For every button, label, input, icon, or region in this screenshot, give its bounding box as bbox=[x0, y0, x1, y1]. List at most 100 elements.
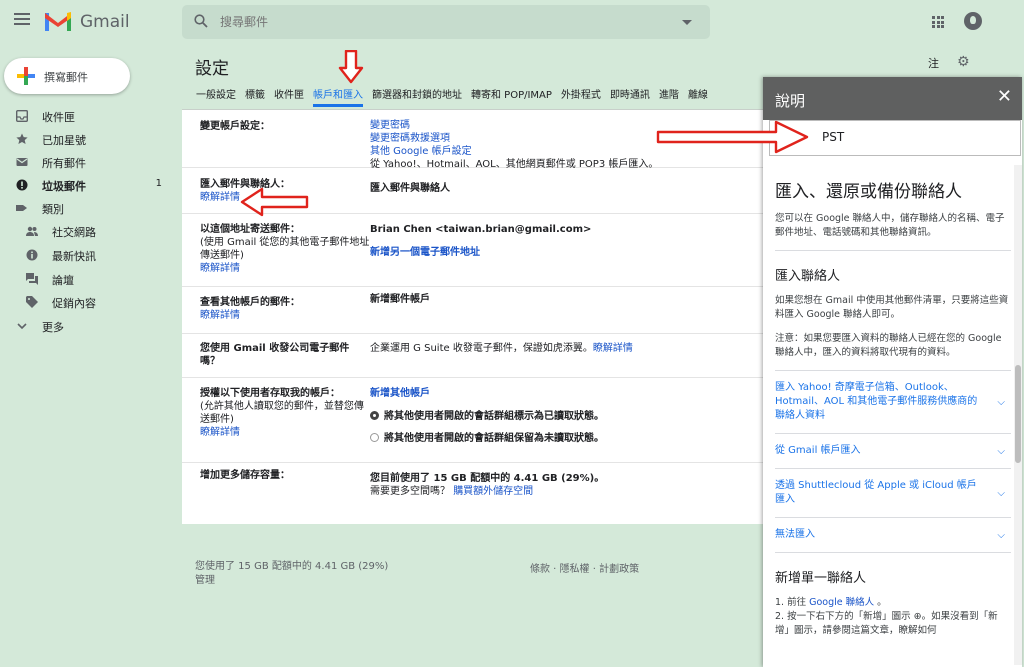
tab-inbox[interactable]: 收件匣 bbox=[274, 86, 304, 104]
sidebar-item-inbox[interactable]: 收件匣 bbox=[0, 105, 176, 127]
row-label: 授權以下使用者存取我的帳戶： bbox=[200, 388, 340, 399]
sidebar-item-categories[interactable]: 類別 bbox=[0, 197, 176, 219]
add-another-account-link[interactable]: 新增其他帳戶 bbox=[370, 387, 604, 400]
accordion-import-providers[interactable]: 匯入 Yahoo! 奇摩電子信箱、Outlook、Hotmail、AOL 和其他… bbox=[775, 371, 1011, 434]
accordion-label: 匯入 Yahoo! 奇摩電子信箱、Outlook、Hotmail、AOL 和其他… bbox=[775, 382, 978, 421]
tab-offline[interactable]: 離線 bbox=[688, 86, 708, 104]
mail-icon bbox=[16, 158, 28, 166]
mark-read-option[interactable]: 將其他使用者開啟的會話群組標示為已讀取狀態。 bbox=[370, 410, 604, 423]
gear-icon[interactable]: ⚙ bbox=[957, 54, 970, 70]
sidebar-item-more[interactable]: 更多 bbox=[0, 315, 176, 337]
footer-manage-link[interactable]: 管理 bbox=[195, 574, 388, 588]
search-input[interactable] bbox=[220, 14, 640, 30]
accordion-cannot-import[interactable]: 無法匯入 ⌵ bbox=[775, 518, 1011, 553]
send-as-address: Brian Chen <taiwan.brian@gmail.com> bbox=[370, 224, 592, 235]
learn-more-link[interactable]: 瞭解詳情 bbox=[200, 262, 370, 275]
footer-links[interactable]: 條款 · 隱私權 · 計劃政策 bbox=[530, 560, 639, 575]
input-tools-button[interactable]: 注 bbox=[928, 55, 939, 71]
sidebar-item-spam[interactable]: 垃圾郵件 1 bbox=[0, 174, 176, 196]
import-mail-contacts-link[interactable]: 匯入郵件與聯絡人 bbox=[370, 182, 450, 195]
learn-more-link[interactable]: 瞭解詳情 bbox=[200, 309, 300, 322]
tab-chat[interactable]: 即時通訊 bbox=[610, 86, 650, 104]
chevron-down-icon: ⌵ bbox=[997, 397, 1005, 408]
radio-unselected[interactable] bbox=[370, 433, 379, 442]
app-name[interactable]: Gmail bbox=[80, 12, 130, 32]
search-bar[interactable] bbox=[182, 5, 710, 39]
close-icon[interactable]: ✕ bbox=[997, 86, 1012, 107]
row-label: 增加更多儲存容量： bbox=[200, 470, 290, 481]
help-scrollbar[interactable] bbox=[1014, 165, 1022, 665]
help-title: 說明 bbox=[775, 92, 806, 110]
people-icon bbox=[26, 226, 38, 236]
accordion-import-icloud[interactable]: 透過 Shuttlecloud 從 Apple 或 iCloud 帳戶匯入 ⌵ bbox=[775, 469, 1011, 518]
gmail-logo-icon[interactable] bbox=[44, 9, 72, 33]
learn-more-link[interactable]: 瞭解詳情 bbox=[593, 343, 633, 354]
tab-advanced[interactable]: 進階 bbox=[659, 86, 679, 104]
annotation-arrow-right-icon bbox=[656, 120, 809, 154]
accordion-label: 從 Gmail 帳戶匯入 bbox=[775, 445, 861, 456]
annotation-arrow-left-icon bbox=[240, 187, 309, 217]
forum-icon bbox=[26, 273, 38, 285]
sidebar-item-all-mail[interactable]: 所有郵件 bbox=[0, 151, 176, 173]
spam-count: 1 bbox=[155, 178, 162, 189]
step-text: 。 bbox=[874, 597, 887, 608]
accordion-label: 透過 Shuttlecloud 從 Apple 或 iCloud 帳戶匯入 bbox=[775, 480, 977, 505]
sidebar-item-promotions[interactable]: 促銷內容 bbox=[0, 291, 176, 313]
footer-storage: 您使用了 15 GB 配額中的 4.41 GB (29%) 管理 bbox=[195, 560, 388, 588]
leave-unread-option[interactable]: 將其他使用者開啟的會話群組保留為未讀取狀態。 bbox=[370, 432, 604, 445]
tab-forwarding[interactable]: 轉寄和 POP/IMAP bbox=[471, 86, 552, 104]
article-paragraph: 如果您想在 Gmail 中使用其他郵件清單，只要將這些資料匯入 Google 聯… bbox=[775, 295, 1009, 320]
storage-usage: 您目前使用了 15 GB 配額中的 4.41 GB (29%)。 bbox=[370, 473, 605, 484]
row-label: 變更帳戶設定： bbox=[200, 121, 270, 132]
option-label: 將其他使用者開啟的會話群組標示為已讀取狀態。 bbox=[384, 411, 604, 422]
scrollbar-thumb[interactable] bbox=[1015, 365, 1021, 463]
tab-accounts-import[interactable]: 帳戶和匯入 bbox=[313, 86, 363, 107]
sidebar-item-label: 垃圾郵件 bbox=[42, 180, 86, 193]
help-search-input[interactable] bbox=[822, 130, 1002, 144]
apps-grid-icon[interactable] bbox=[932, 16, 944, 28]
footer-usage: 您使用了 15 GB 配額中的 4.41 GB (29%) bbox=[195, 561, 389, 572]
add-mail-account-link[interactable]: 新增郵件帳戶 bbox=[370, 293, 430, 306]
tab-addons[interactable]: 外掛程式 bbox=[561, 86, 601, 104]
settings-panel: 變更帳戶設定： 變更密碼 變更密碼救援選項 其他 Google 帳戶設定 從 Y… bbox=[182, 110, 764, 524]
sidebar-item-forums[interactable]: 論壇 bbox=[0, 268, 176, 290]
sidebar-item-starred[interactable]: 已加星號 bbox=[0, 128, 176, 150]
chevron-down-icon bbox=[17, 323, 27, 330]
radio-selected[interactable] bbox=[370, 411, 379, 420]
row-label: 您使用 Gmail 收發公司電子郵件嗎？ bbox=[200, 343, 350, 367]
sidebar-item-updates[interactable]: 最新快訊 bbox=[0, 244, 176, 266]
compose-button[interactable]: 撰寫郵件 bbox=[4, 58, 130, 94]
main-menu-icon[interactable] bbox=[14, 13, 30, 27]
sidebar-item-social[interactable]: 社交網路 bbox=[0, 220, 176, 242]
tab-labels[interactable]: 標籤 bbox=[245, 86, 265, 104]
settings-row-check-mail: 查看其他帳戶的郵件： 瞭解詳情 新增郵件帳戶 bbox=[182, 287, 764, 334]
help-article: 匯入、還原或備份聯絡人 您可以在 Google 聯絡人中，儲存聯絡人的名稱、電子… bbox=[775, 177, 1011, 638]
gsuite-text: 企業運用 G Suite 收發電子郵件，保證如虎添翼。 bbox=[370, 343, 593, 354]
step-1: 1. 前往 Google 聯絡人 。 bbox=[775, 596, 1011, 610]
page-title: 設定 bbox=[195, 59, 229, 79]
spam-icon bbox=[16, 179, 28, 191]
google-contacts-link[interactable]: Google 聯絡人 bbox=[809, 597, 874, 608]
account-avatar-icon[interactable] bbox=[964, 12, 982, 30]
sidebar-item-label: 類別 bbox=[42, 203, 64, 216]
info-icon bbox=[26, 249, 38, 261]
settings-row-send-as: 以這個地址寄送郵件： (使用 Gmail 從您的其他電子郵件地址傳送郵件) 瞭解… bbox=[182, 214, 764, 287]
add-email-address-link[interactable]: 新增另一個電子郵件地址 bbox=[370, 246, 591, 259]
buy-storage-link[interactable]: 購買額外儲存空間 bbox=[453, 486, 533, 497]
learn-more-link[interactable]: 瞭解詳情 bbox=[200, 426, 370, 439]
search-icon[interactable] bbox=[194, 14, 208, 28]
sidebar-item-label: 論壇 bbox=[52, 274, 74, 287]
search-options-icon[interactable] bbox=[682, 20, 692, 25]
change-recovery-link[interactable]: 變更密碼救援選項 bbox=[370, 132, 658, 145]
tab-filters[interactable]: 篩選器和封鎖的地址 bbox=[372, 86, 462, 104]
sidebar-item-label: 促銷內容 bbox=[52, 297, 96, 310]
section-heading: 匯入聯絡人 bbox=[775, 269, 841, 284]
plus-icon bbox=[17, 67, 35, 85]
google-account-settings-link[interactable]: 其他 Google 帳戶設定 bbox=[370, 145, 658, 158]
change-password-link[interactable]: 變更密碼 bbox=[370, 119, 658, 132]
row-label: 查看其他帳戶的郵件： bbox=[200, 297, 300, 308]
tab-general[interactable]: 一般設定 bbox=[196, 86, 236, 104]
sidebar-item-label: 更多 bbox=[42, 321, 64, 334]
accordion-import-gmail[interactable]: 從 Gmail 帳戶匯入 ⌵ bbox=[775, 434, 1011, 469]
step-text: 1. 前往 bbox=[775, 597, 810, 608]
